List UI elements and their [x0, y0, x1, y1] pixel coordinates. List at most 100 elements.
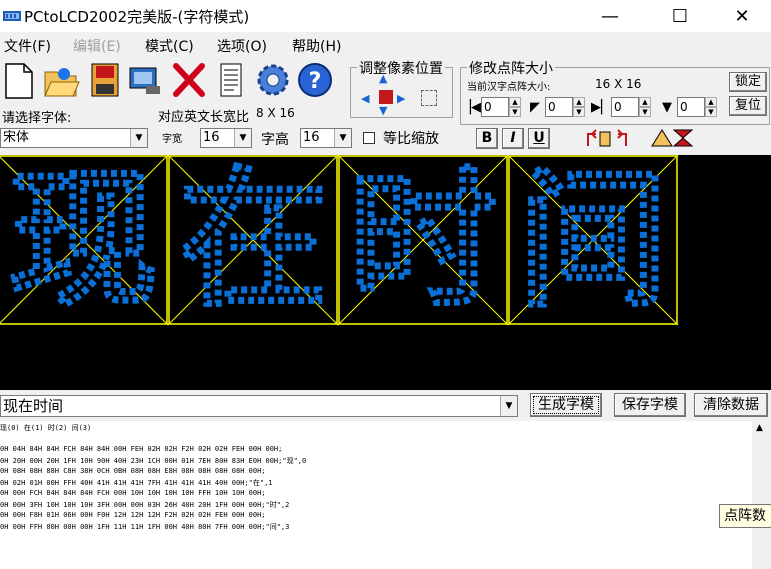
rotate-icon[interactable]: [582, 126, 632, 150]
bottom-margin-value[interactable]: 0: [677, 97, 705, 117]
help-question-icon[interactable]: ?: [296, 60, 334, 100]
current-size-value: 16 X 16: [595, 77, 642, 91]
spin-up-icon[interactable]: ▲: [639, 97, 651, 107]
left-margin-value[interactable]: 0: [481, 97, 509, 117]
align-bottom-icon: ▼: [662, 99, 672, 115]
align-right-icon: ▶▏: [591, 99, 611, 115]
width-select-value: 16: [203, 130, 220, 145]
chevron-down-icon: ▼: [500, 396, 517, 416]
menu-file[interactable]: 文件(F): [4, 36, 51, 56]
move-up-icon[interactable]: ▲: [379, 72, 393, 85]
menu-bar: 文件(F) 编辑(E) 模式(C) 选项(O) 帮助(H): [0, 32, 771, 58]
menu-options[interactable]: 选项(O): [217, 36, 267, 56]
italic-button[interactable]: I: [502, 128, 524, 149]
flip-icon[interactable]: [648, 126, 698, 150]
output-line: 0H 02H 01H 00H FFH 40H 41H 41H 41H 7FH 4…: [0, 479, 273, 487]
settings-gear-icon[interactable]: [254, 60, 292, 100]
underline-button[interactable]: U: [528, 128, 550, 149]
align-top-icon: ◤: [530, 99, 540, 115]
move-right-icon[interactable]: ▶: [397, 92, 411, 105]
minimize-icon: —: [601, 5, 619, 27]
scroll-up-icon[interactable]: ▲: [756, 423, 763, 433]
toolbar: ? 请选择字体: 对应英文长宽比 8 X 16 宋体 ▼ 字宽 16 ▼ 字高 …: [0, 58, 771, 155]
right-margin-spinner[interactable]: ▶▏ 0 ▲ ▼: [591, 96, 651, 118]
maximize-icon: ☐: [671, 5, 689, 27]
close-button[interactable]: ✕: [719, 0, 765, 32]
dot-matrix-svg: 现在时间: [0, 155, 679, 332]
open-folder-icon[interactable]: [42, 60, 80, 100]
output-line: 0H 00H FFH 00H 00H 00H 1FH 11H 11H 1FH 0…: [0, 523, 290, 531]
spin-up-icon[interactable]: ▲: [509, 97, 521, 107]
dot-matrix-canvas[interactable]: 现在时间: [0, 155, 771, 390]
top-margin-spinner[interactable]: ◤ 0 ▲ ▼: [525, 96, 585, 118]
output-line: 现(0) 在(1) 时(2) 间(3): [0, 424, 92, 432]
matrix-cell: 间: [507, 155, 679, 332]
minimize-button[interactable]: —: [587, 0, 633, 32]
spin-down-icon[interactable]: ▼: [509, 107, 521, 117]
maximize-button[interactable]: ☐: [657, 0, 703, 32]
font-select-value: 宋体: [3, 130, 30, 145]
window-title: PCtoLCD2002完美版-(字符模式): [24, 8, 250, 26]
top-margin-value[interactable]: 0: [545, 97, 573, 117]
delete-x-icon[interactable]: [170, 60, 208, 100]
spin-up-icon[interactable]: ▲: [705, 97, 717, 107]
matrix-size-title: 修改点阵大小: [467, 58, 555, 78]
output-scrollbar[interactable]: ▲: [752, 421, 771, 569]
output-line: 0H 20H 00H 20H 1FH 10H 90H 40H 23H 1CH 0…: [0, 457, 307, 465]
height-select[interactable]: 16 ▼: [300, 128, 352, 148]
pixel-grid-icon[interactable]: [421, 90, 437, 106]
text-input-value: 现在时间: [3, 397, 64, 415]
ratio-value: 8 X 16: [256, 106, 295, 120]
spin-down-icon[interactable]: ▼: [705, 107, 717, 117]
export-image-icon[interactable]: [126, 60, 164, 100]
svg-text:?: ?: [309, 69, 322, 94]
spin-down-icon[interactable]: ▼: [639, 107, 651, 117]
height-select-value: 16: [303, 130, 320, 145]
center-icon[interactable]: [379, 90, 393, 104]
save-font-button[interactable]: 保存字模: [614, 393, 686, 417]
output-line: 0H 00H F8H 01H 06H 00H F0H 12H 12H 12H F…: [0, 511, 266, 519]
align-left-icon: ▕◀: [461, 99, 481, 115]
proportional-label: 等比缩放: [383, 131, 439, 147]
chevron-down-icon: ▼: [334, 129, 351, 147]
height-label: 字高: [261, 132, 289, 148]
width-label: 字宽: [162, 134, 182, 145]
right-margin-value[interactable]: 0: [611, 97, 639, 117]
reset-button[interactable]: 复位: [729, 96, 767, 116]
lock-button[interactable]: 锁定: [729, 72, 767, 92]
font-select[interactable]: 宋体 ▼: [0, 128, 148, 148]
menu-edit[interactable]: 编辑(E): [73, 36, 121, 56]
save-disk-icon[interactable]: [86, 60, 124, 100]
matrix-cell: 在: [167, 155, 339, 332]
pixel-position-title: 调整像素位置: [357, 58, 445, 78]
current-size-label: 当前汉字点阵大小:: [467, 82, 551, 93]
output-line: 0H 08H 08H 88H C8H 38H 0CH 0BH 08H 08H E…: [0, 467, 266, 475]
spin-down-icon[interactable]: ▼: [573, 107, 585, 117]
clear-data-button[interactable]: 清除数据: [694, 393, 768, 417]
bottom-margin-spinner[interactable]: ▼ 0 ▲ ▼: [657, 96, 717, 118]
menu-help[interactable]: 帮助(H): [292, 36, 341, 56]
bold-button[interactable]: B: [476, 128, 498, 149]
spin-up-icon[interactable]: ▲: [573, 97, 585, 107]
matrix-character: 时: [348, 155, 498, 328]
move-down-icon[interactable]: ▼: [379, 104, 393, 117]
title-bar: PCtoLCD2002完美版-(字符模式) — ☐ ✕: [0, 0, 771, 32]
left-margin-spinner[interactable]: ▕◀ 0 ▲ ▼: [461, 96, 521, 118]
output-textarea[interactable]: 现(0) 在(1) 时(2) 间(3) 0H 04H 84H 84H FCH 84…: [0, 421, 752, 569]
move-left-icon[interactable]: ◀: [361, 92, 375, 105]
notepad-icon[interactable]: [212, 60, 250, 100]
text-input[interactable]: 现在时间 ▼: [0, 395, 518, 417]
proportional-checkbox[interactable]: [363, 132, 375, 144]
matrix-character: 现: [8, 155, 158, 328]
close-icon: ✕: [734, 5, 750, 27]
app-icon: [2, 8, 22, 24]
generate-button[interactable]: 生成字模: [530, 393, 602, 417]
new-file-icon[interactable]: [0, 60, 38, 100]
menu-mode[interactable]: 模式(C): [145, 36, 194, 56]
output-line: 0H 04H 84H 84H FCH 84H 84H 00H FEH 02H 0…: [0, 445, 283, 453]
output-line: 0H 00H 3FH 10H 10H 10H 3FH 00H 00H 03H 2…: [0, 501, 290, 509]
chevron-down-icon: ▼: [234, 129, 251, 147]
width-select[interactable]: 16 ▼: [200, 128, 252, 148]
font-label: 请选择字体:: [2, 111, 72, 126]
ratio-label: 对应英文长宽比: [158, 110, 250, 125]
